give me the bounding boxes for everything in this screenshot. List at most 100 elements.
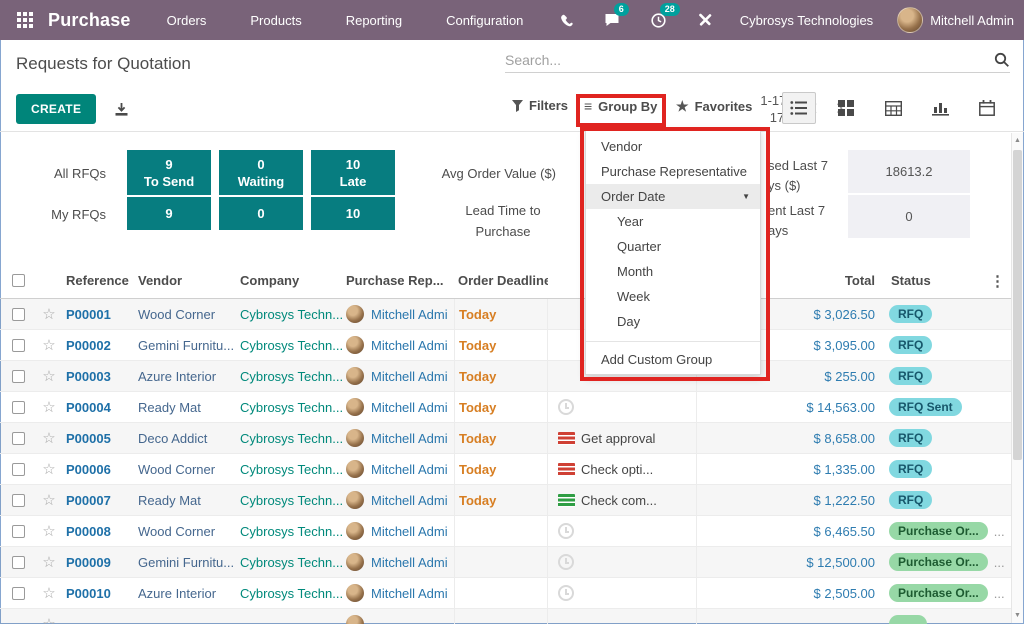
clock-icon[interactable] <box>558 585 574 601</box>
table-row[interactable]: ☆P00004Ready MatCybrosys Techn...Mitchel… <box>0 392 1011 423</box>
star-icon[interactable]: ☆ <box>42 523 55 540</box>
optional-columns-icon[interactable]: ⋮ <box>990 272 1005 290</box>
rfq-reference[interactable]: P00001 <box>62 307 134 322</box>
header-order-deadline[interactable]: Order Deadline <box>454 273 548 288</box>
company-cell[interactable]: Cybrosys Techn... <box>236 462 342 477</box>
row-checkbox[interactable] <box>12 525 25 538</box>
groupby-option[interactable]: Purchase Representative <box>586 159 760 184</box>
table-row-partial[interactable]: ☆ <box>0 609 1011 624</box>
groupby-option[interactable]: Year <box>586 209 760 234</box>
star-icon[interactable]: ☆ <box>42 337 55 354</box>
star-icon[interactable]: ☆ <box>42 399 55 416</box>
row-checkbox[interactable] <box>12 401 25 414</box>
table-row[interactable]: ☆P00003Azure InteriorCybrosys Techn...Mi… <box>0 361 1011 392</box>
row-checkbox[interactable] <box>12 432 25 445</box>
tile-waiting[interactable]: 0 Waiting <box>219 150 303 195</box>
row-checkbox[interactable] <box>12 308 25 321</box>
vertical-scrollbar[interactable]: ▲ ▼ <box>1011 133 1023 623</box>
rfq-reference[interactable]: P00010 <box>62 586 134 601</box>
nav-menu-configuration[interactable]: Configuration <box>446 13 523 28</box>
table-row[interactable]: ☆P00006Wood CornerCybrosys Techn...Mitch… <box>0 454 1011 485</box>
company-cell[interactable]: Cybrosys Techn... <box>236 307 342 322</box>
kanban-view-icon[interactable] <box>829 92 863 124</box>
add-custom-group-option[interactable]: Add Custom Group <box>586 347 760 372</box>
company-cell[interactable]: Cybrosys Techn... <box>236 524 342 539</box>
tile-my-waiting[interactable]: 0 <box>219 197 303 230</box>
activities-clock-icon[interactable]: 28 <box>648 9 670 31</box>
scroll-down-icon[interactable]: ▼ <box>1012 612 1023 619</box>
debug-tools-icon[interactable] <box>694 9 716 31</box>
activity-list-icon[interactable] <box>558 432 575 445</box>
row-checkbox[interactable] <box>12 556 25 569</box>
clock-icon[interactable] <box>558 554 574 570</box>
row-checkbox[interactable] <box>12 339 25 352</box>
calendar-view-icon[interactable] <box>970 92 1004 124</box>
rfq-reference[interactable]: P00002 <box>62 338 134 353</box>
favorites-button[interactable]: ★ Favorites <box>676 98 752 115</box>
activity-label[interactable]: Check com... <box>581 493 657 508</box>
table-row[interactable]: ☆P00005Deco AddictCybrosys Techn...Mitch… <box>0 423 1011 454</box>
tile-to-send[interactable]: 9 To Send <box>127 150 211 195</box>
header-purchase-rep[interactable]: Purchase Rep... <box>342 273 454 288</box>
activity-cell[interactable]: Check opti... <box>548 454 696 484</box>
company-cell[interactable]: Cybrosys Techn... <box>236 369 342 384</box>
search-bar[interactable] <box>505 52 1010 73</box>
groupby-option[interactable]: Day <box>586 309 760 334</box>
table-row[interactable]: ☆P00001Wood CornerCybrosys Techn...Mitch… <box>0 299 1011 330</box>
pivot-view-icon[interactable] <box>876 92 910 124</box>
company-cell[interactable]: Cybrosys Techn... <box>236 431 342 446</box>
table-row[interactable]: ☆P00002Gemini Furnitu...Cybrosys Techn..… <box>0 330 1011 361</box>
star-icon[interactable]: ☆ <box>42 461 55 478</box>
rfq-reference[interactable]: P00003 <box>62 369 134 384</box>
select-all-checkbox[interactable] <box>12 274 25 287</box>
nav-menu-products[interactable]: Products <box>250 13 301 28</box>
rfq-reference[interactable]: P00006 <box>62 462 134 477</box>
rfq-reference[interactable]: P00005 <box>62 431 134 446</box>
row-checkbox[interactable] <box>12 494 25 507</box>
header-vendor[interactable]: Vendor <box>134 273 236 288</box>
groupby-option[interactable]: Order Date▼ <box>586 184 760 209</box>
table-row[interactable]: ☆P00009Gemini Furnitu...Cybrosys Techn..… <box>0 547 1011 578</box>
star-icon[interactable]: ☆ <box>42 585 55 602</box>
apps-grid-icon[interactable] <box>10 5 40 35</box>
tile-my-to-send[interactable]: 9 <box>127 197 211 230</box>
groupby-button[interactable]: ≡ Group By <box>584 98 657 114</box>
activity-cell[interactable]: Check com... <box>548 485 696 515</box>
groupby-option[interactable]: Vendor <box>586 134 760 159</box>
filters-button[interactable]: Filters <box>512 98 568 113</box>
star-icon[interactable]: ☆ <box>42 554 55 571</box>
graph-view-icon[interactable] <box>923 92 957 124</box>
rfq-reference[interactable]: P00004 <box>62 400 134 415</box>
scrollbar-thumb[interactable] <box>1013 150 1022 460</box>
app-title[interactable]: Purchase <box>48 10 131 31</box>
activity-label[interactable]: Check opti... <box>581 462 653 477</box>
star-icon[interactable]: ☆ <box>42 430 55 447</box>
groupby-option[interactable]: Week <box>586 284 760 309</box>
company-cell[interactable]: Cybrosys Techn... <box>236 586 342 601</box>
search-input[interactable] <box>505 52 994 68</box>
activity-cell[interactable] <box>548 516 696 546</box>
clock-icon[interactable] <box>558 523 574 539</box>
row-checkbox[interactable] <box>12 463 25 476</box>
header-company[interactable]: Company <box>236 273 342 288</box>
table-row[interactable]: ☆P00008Wood CornerCybrosys Techn...Mitch… <box>0 516 1011 547</box>
star-icon[interactable]: ☆ <box>42 492 55 509</box>
phone-icon[interactable] <box>556 9 578 31</box>
table-row[interactable]: ☆P00010Azure InteriorCybrosys Techn...Mi… <box>0 578 1011 609</box>
search-icon[interactable] <box>994 52 1010 68</box>
rfq-reference[interactable]: P00007 <box>62 493 134 508</box>
list-view-icon[interactable] <box>782 92 816 124</box>
groupby-option[interactable]: Quarter <box>586 234 760 259</box>
table-row[interactable]: ☆P00007Ready MatCybrosys Techn...Mitchel… <box>0 485 1011 516</box>
company-cell[interactable]: Cybrosys Techn... <box>236 338 342 353</box>
activity-list-icon[interactable] <box>558 463 575 476</box>
activity-cell[interactable] <box>548 578 696 608</box>
clock-icon[interactable] <box>558 399 574 415</box>
rfq-reference[interactable]: P00009 <box>62 555 134 570</box>
user-menu[interactable]: Mitchell Admin <box>897 7 1014 33</box>
company-cell[interactable]: Cybrosys Techn... <box>236 493 342 508</box>
row-checkbox[interactable] <box>12 370 25 383</box>
activity-cell[interactable]: Get approval <box>548 423 696 453</box>
header-reference[interactable]: Reference <box>62 273 134 288</box>
nav-menu-orders[interactable]: Orders <box>167 13 207 28</box>
